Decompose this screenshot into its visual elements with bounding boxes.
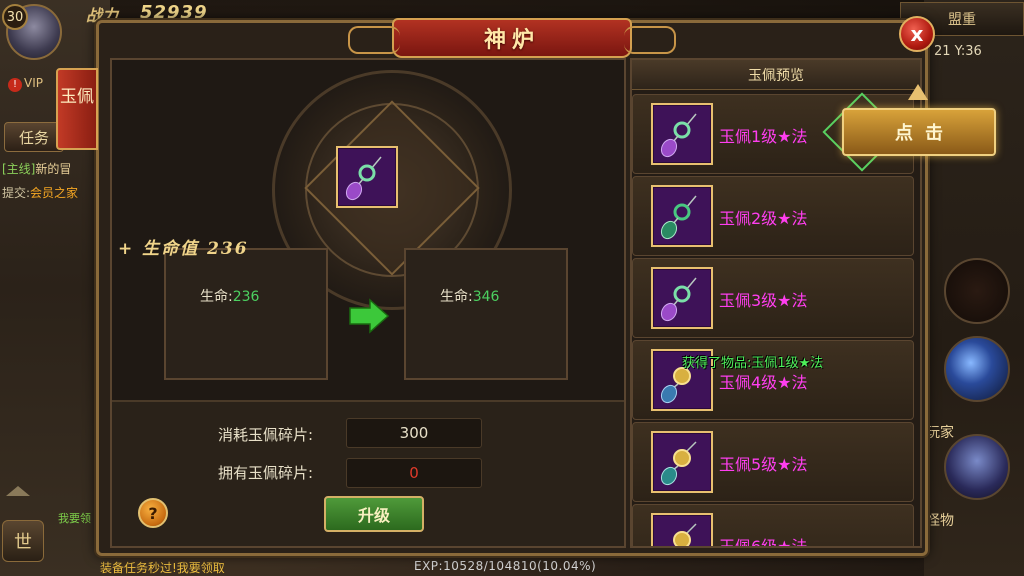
monster-target-label[interactable]: 怪物 bbox=[926, 510, 954, 530]
item-obtained-toast: 获得了物品:玉佩1级★法 bbox=[682, 356, 824, 371]
preview-item-level-2[interactable]: 玉佩2级★法 bbox=[632, 176, 914, 256]
cost-label: 消耗玉佩碎片: bbox=[218, 426, 314, 444]
preview-list[interactable]: 玉佩1级★法 玉佩2级★法 玉佩3级★法 玉佩4级★法 玉佩5级★法 玉佩6级★… bbox=[632, 92, 920, 548]
vip-label: VIP bbox=[24, 76, 43, 90]
item-name: 玉佩3级★法 bbox=[719, 291, 808, 310]
item-name: 玉佩1级★法 bbox=[719, 127, 808, 146]
item-slot bbox=[651, 103, 713, 165]
mic-label: 世 bbox=[14, 532, 32, 553]
quest-tag: [主线] bbox=[2, 162, 36, 176]
stat-before-label: 生命: bbox=[200, 289, 233, 305]
stat-before: 生命:236 bbox=[200, 286, 259, 306]
voice-chat-button[interactable]: 世 bbox=[2, 520, 44, 562]
preview-header: 玉佩预览 bbox=[632, 60, 920, 90]
quest-submit-label: 提交: bbox=[2, 186, 31, 200]
upgrade-arrow-icon bbox=[349, 298, 390, 334]
player-level-badge: 30 bbox=[2, 4, 28, 30]
owned-label: 拥有玉佩碎片: bbox=[218, 464, 314, 482]
quest-submit[interactable]: 提交:会员之家 bbox=[2, 184, 78, 201]
jade-pendant-icon bbox=[660, 195, 697, 240]
item-slot bbox=[651, 431, 713, 493]
bottom-task-link[interactable]: 装备任务秒过!我要领取 bbox=[100, 559, 225, 576]
exp-readout: EXP:10528/104810(10.04%) bbox=[414, 559, 597, 573]
stat-after-label: 生命: bbox=[440, 289, 473, 305]
preview-item-level-3[interactable]: 玉佩3级★法 bbox=[632, 258, 914, 338]
close-button[interactable]: x bbox=[899, 16, 935, 52]
item-slot bbox=[651, 513, 713, 546]
quest-main[interactable]: [主线]新的冒 bbox=[2, 160, 71, 177]
tutorial-arrow-icon bbox=[908, 84, 928, 100]
target-portrait[interactable] bbox=[944, 434, 1010, 500]
preview-item-level-6[interactable]: 玉佩6级★法 bbox=[632, 504, 914, 548]
dialog-title-plate: 神炉 bbox=[348, 18, 676, 58]
skill-lightning-icon[interactable] bbox=[944, 336, 1010, 402]
chat-line: 我要领 bbox=[58, 512, 91, 525]
item-name: 玉佩4级★法 bbox=[719, 373, 808, 392]
vip-indicator[interactable]: ! VIP bbox=[8, 76, 43, 92]
item-name: 玉佩5级★法 bbox=[719, 455, 808, 474]
upgrade-panel: + 生命值 236 生命:236 生命:346 消耗玉佩碎片: 300 拥有玉佩… bbox=[110, 58, 626, 548]
owned-value: 0 bbox=[346, 458, 482, 488]
stat-after-box: 生命:346 bbox=[404, 248, 568, 380]
item-name: 玉佩6级★法 bbox=[719, 537, 808, 548]
cost-value: 300 bbox=[346, 418, 482, 448]
tab-jade-pendant[interactable]: 玉佩 bbox=[56, 68, 98, 150]
player-target-label[interactable]: 玩家 bbox=[926, 422, 954, 442]
skill-slot-empty[interactable] bbox=[944, 258, 1010, 324]
jade-pendant-icon bbox=[660, 113, 697, 158]
current-item-slot[interactable] bbox=[336, 146, 398, 208]
help-button[interactable]: ? bbox=[138, 498, 168, 528]
item-name: 玉佩2级★法 bbox=[719, 209, 808, 228]
task-button[interactable]: 任务 bbox=[4, 122, 64, 152]
stat-after: 生命:346 bbox=[440, 286, 499, 306]
item-slot bbox=[651, 267, 713, 329]
stat-before-value: 236 bbox=[232, 289, 260, 305]
map-coords: 21 Y:36 bbox=[934, 44, 982, 59]
quest-link[interactable]: 会员之家 bbox=[30, 186, 78, 200]
expand-up-icon[interactable] bbox=[6, 486, 30, 496]
dialog-title: 神炉 bbox=[483, 27, 540, 53]
cost-area: 消耗玉佩碎片: 300 拥有玉佩碎片: 0 ? 升级 bbox=[112, 400, 624, 546]
stat-before-box: 生命:236 bbox=[164, 248, 328, 380]
preview-item-level-5[interactable]: 玉佩5级★法 bbox=[632, 422, 914, 502]
jade-pendant-icon bbox=[660, 277, 697, 322]
gold-jade-pendant-icon bbox=[660, 441, 697, 486]
jade-pendant-icon bbox=[345, 156, 382, 201]
stat-after-value: 346 bbox=[472, 289, 500, 305]
quest-title: 新的冒 bbox=[35, 162, 72, 176]
upgrade-button[interactable]: 升级 bbox=[324, 496, 424, 532]
tutorial-click-button[interactable]: 点击 bbox=[842, 108, 996, 156]
gold-jade-pendant-icon bbox=[673, 523, 697, 546]
item-slot bbox=[651, 185, 713, 247]
bonus-text: + 生命值 236 bbox=[118, 239, 249, 259]
alert-icon: ! bbox=[8, 78, 22, 92]
